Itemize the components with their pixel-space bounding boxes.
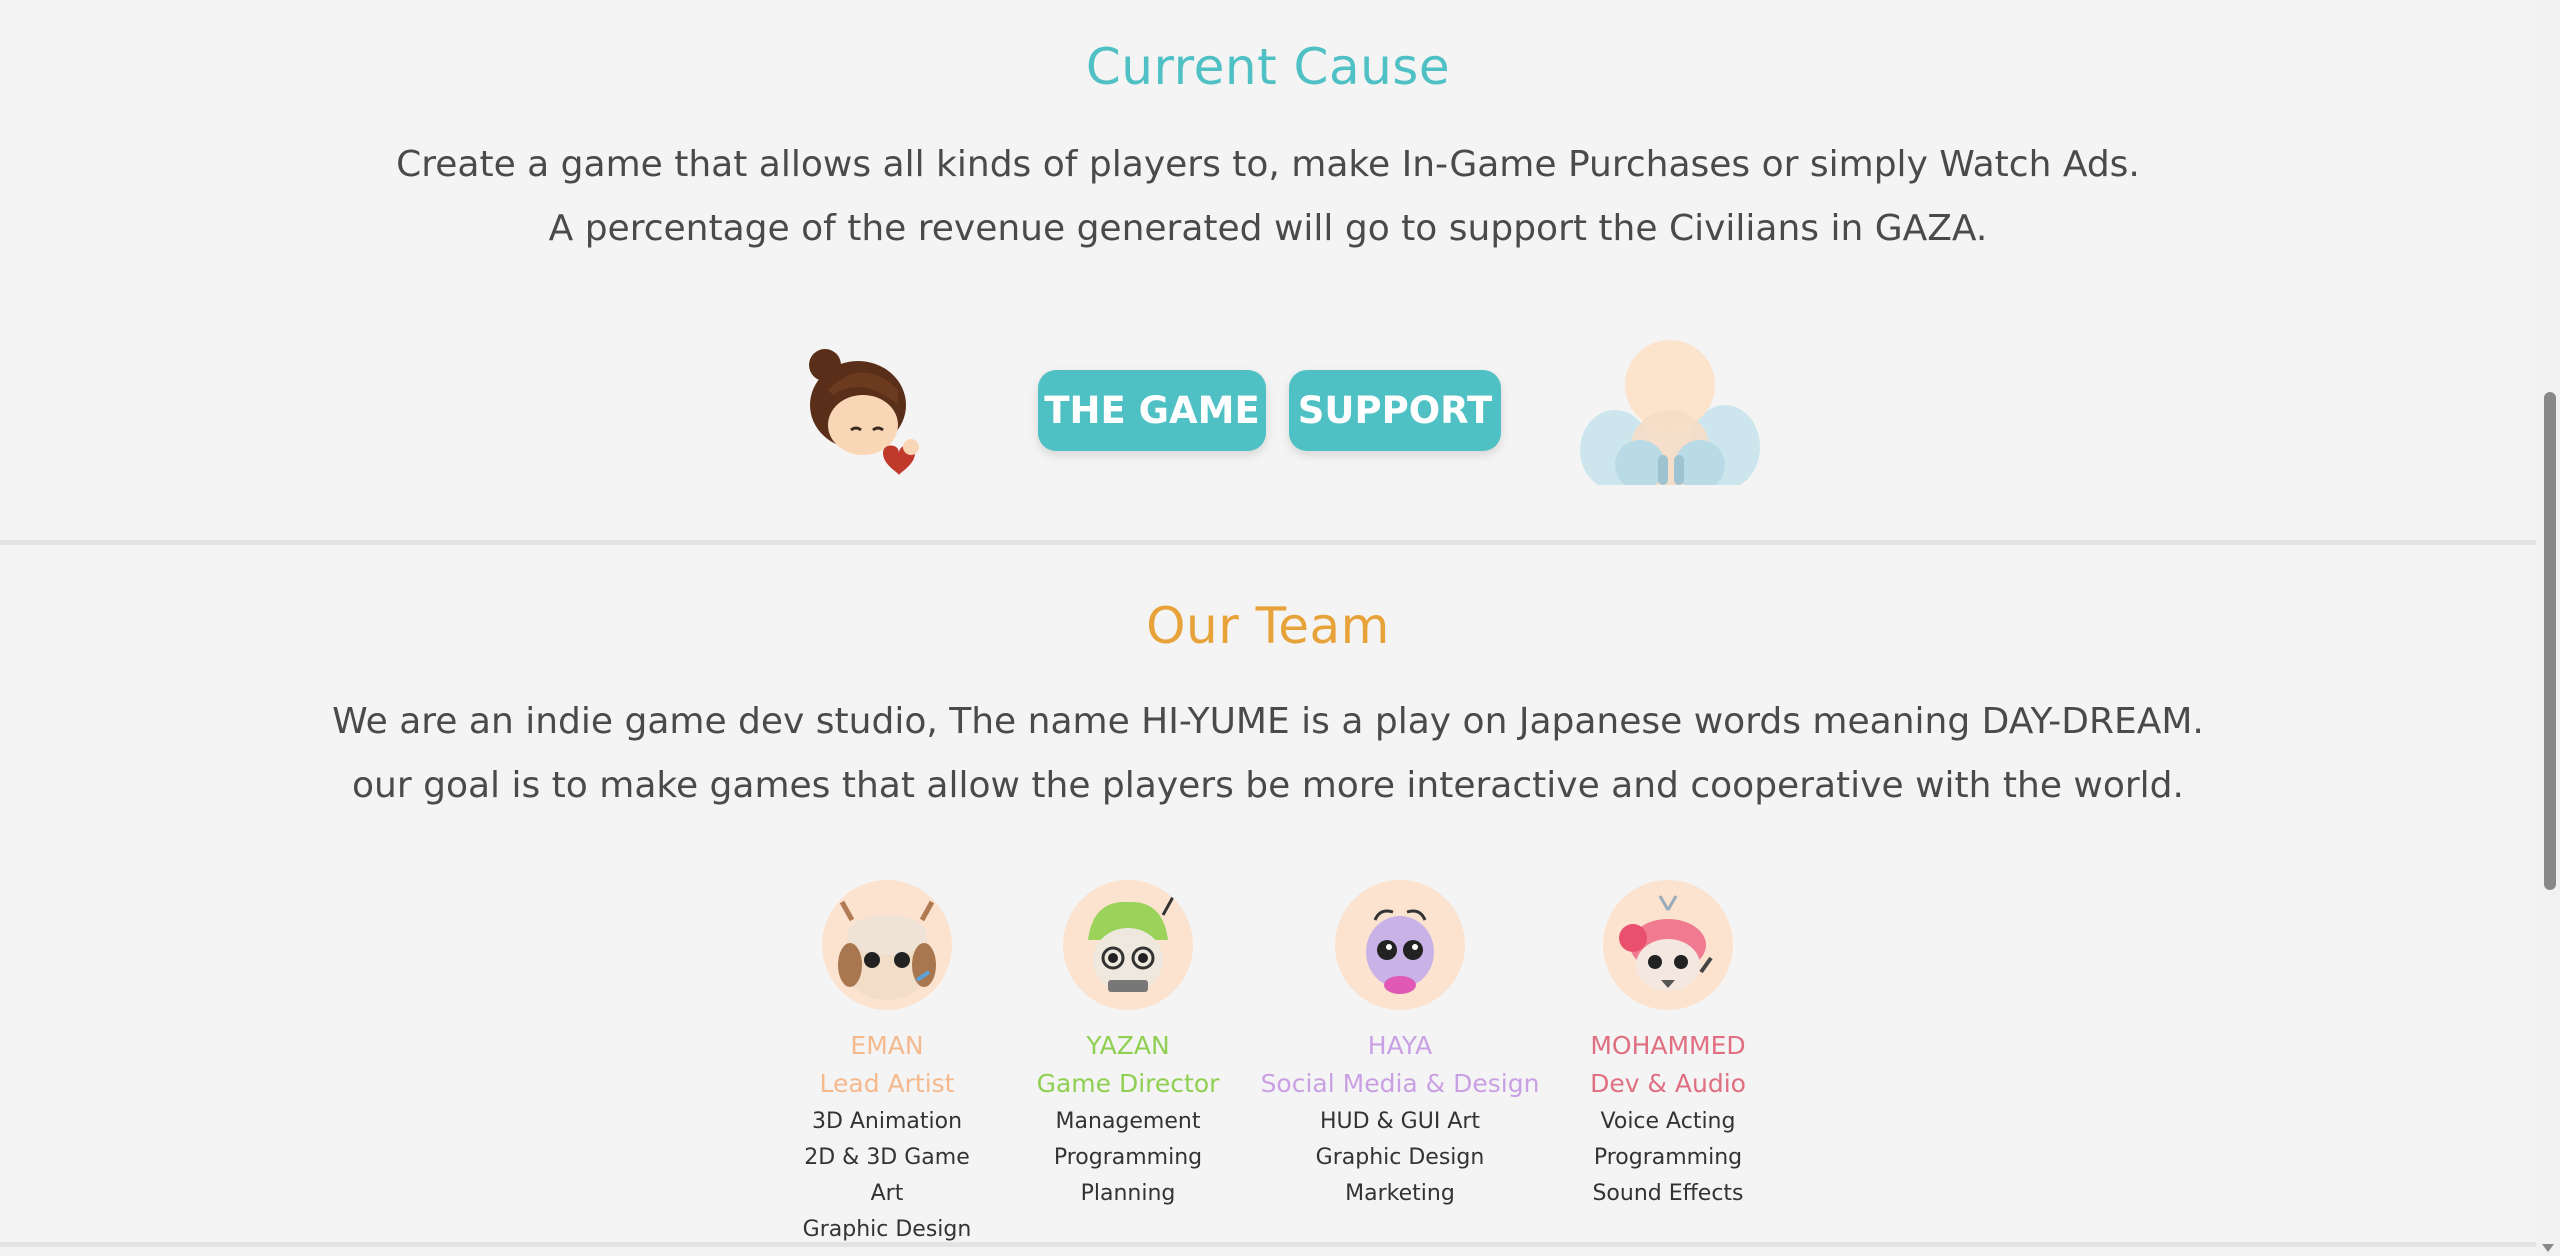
member-skill: Programming (1053, 1145, 1203, 1170)
our-team-title: Our Team (1146, 597, 1390, 655)
member-skill: Planning (1080, 1181, 1176, 1206)
member-skill: Management (1055, 1109, 1201, 1134)
member-skill: Programming (1593, 1145, 1743, 1170)
member-skill: Graphic Design (1315, 1145, 1485, 1170)
member-name: MOHAMMED (1590, 1031, 1746, 1060)
member-name: HAYA (1367, 1031, 1433, 1060)
the-game-button[interactable]: THE GAME (1038, 370, 1266, 451)
current-cause-description: Create a game that allows all kinds of p… (0, 133, 2536, 261)
our-team-section: Our Team We are an indie game dev studio… (0, 545, 2536, 1245)
scrollbar-thumb[interactable] (2544, 392, 2556, 890)
team-line-1: We are an indie game dev studio, The nam… (332, 701, 2204, 742)
scroll-down-arrow-icon[interactable] (2542, 1244, 2554, 1252)
our-team-description: We are an indie game dev studio, The nam… (0, 690, 2536, 818)
current-cause-title: Current Cause (1085, 38, 1451, 96)
pink-bird-avatar-icon (1603, 880, 1733, 1010)
member-name: EMAN (850, 1031, 924, 1060)
member-skill: HUD & GUI Art (1319, 1109, 1481, 1134)
team-member-eman: EMAN Lead Artist 3D Animation 2D & 3D Ga… (787, 880, 987, 1248)
member-skill: Sound Effects (1592, 1181, 1744, 1206)
member-role: Social Media & Design (1260, 1069, 1540, 1098)
deer-cat-avatar-icon (822, 880, 952, 1010)
page: Current Cause Create a game that allows … (0, 0, 2536, 1256)
support-button[interactable]: SUPPORT (1289, 370, 1501, 451)
section-divider (0, 1242, 2536, 1247)
member-skill: Voice Acting (1600, 1109, 1736, 1134)
purple-bug-avatar-icon (1335, 880, 1465, 1010)
cause-line-1: Create a game that allows all kinds of p… (396, 144, 2140, 185)
vertical-scrollbar[interactable] (2536, 0, 2560, 1256)
team-line-2: our goal is to make games that allow the… (352, 765, 2184, 806)
cause-line-2: A percentage of the revenue generated wi… (548, 208, 1988, 249)
member-skill: 2D & 3D Game Art (804, 1145, 970, 1206)
team-member-mohammed: MOHAMMED Dev & Audio Voice Acting Progra… (1568, 880, 1768, 1212)
member-role: Game Director (1036, 1069, 1220, 1098)
team-member-haya: HAYA Social Media & Design HUD & GUI Art… (1250, 880, 1550, 1212)
member-skill: Marketing (1345, 1181, 1455, 1206)
cause-buttons: THE GAME SUPPORT (0, 370, 2536, 451)
member-name: YAZAN (1086, 1031, 1170, 1060)
team-member-yazan: YAZAN Game Director Management Programmi… (1028, 880, 1228, 1212)
member-role: Lead Artist (819, 1069, 955, 1098)
current-cause-section: Current Cause Create a game that allows … (0, 0, 2536, 540)
member-role: Dev & Audio (1590, 1069, 1746, 1098)
green-hair-avatar-icon (1063, 880, 1193, 1010)
hooded-figure-mascot-icon (1580, 340, 1760, 485)
member-skill: 3D Animation (811, 1109, 963, 1134)
